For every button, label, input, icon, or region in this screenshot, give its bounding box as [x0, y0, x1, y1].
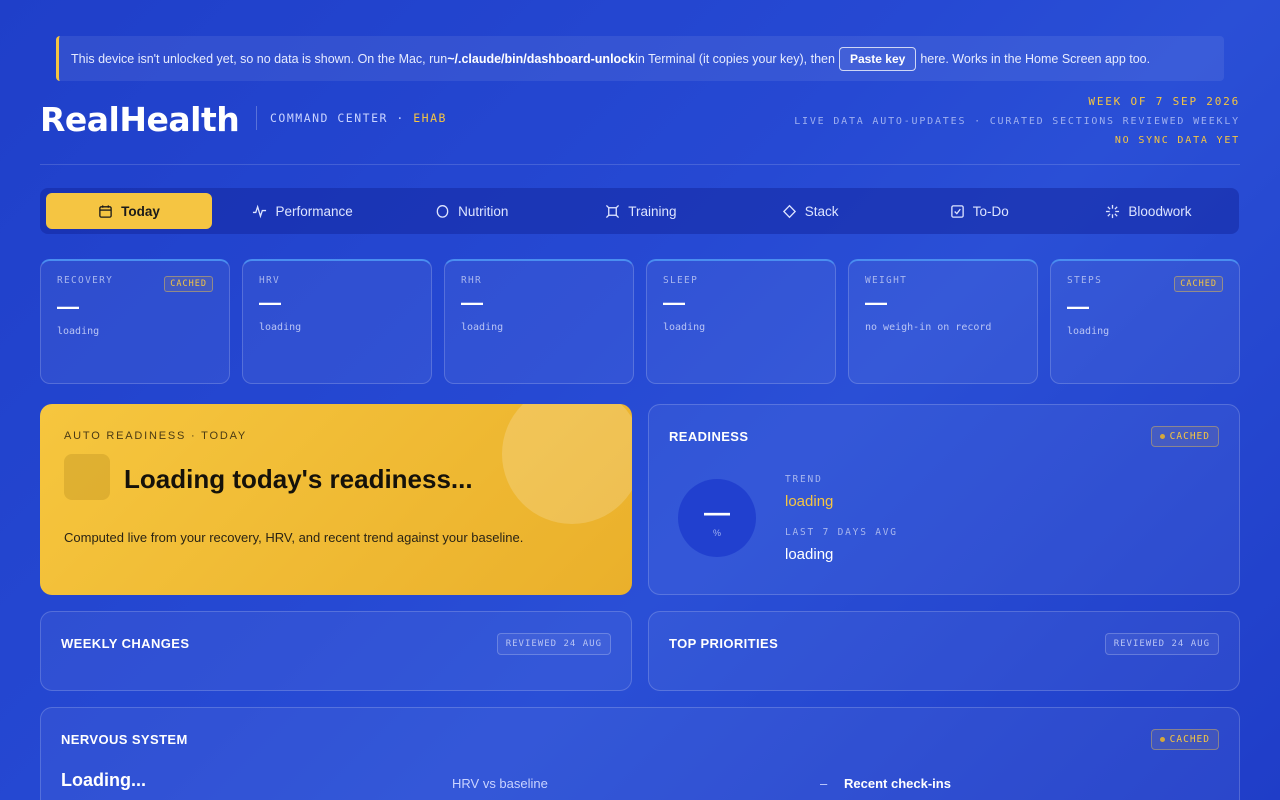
nervous-system-panel: NERVOUS SYSTEM CACHED Loading... HRV vs … [40, 707, 1240, 800]
stat-label: HRV [259, 275, 281, 286]
status-dot-icon [1159, 434, 1165, 439]
calendar-icon [99, 204, 112, 218]
stat-card-rhr[interactable]: RHR — loading [444, 259, 634, 384]
cached-badge: CACHED [1150, 729, 1219, 750]
stat-subtext: loading [1067, 326, 1110, 337]
readiness-panel: READINESS CACHED — % TREND loading LAST … [648, 404, 1240, 595]
readiness-value: — [704, 497, 730, 527]
hrv-baseline-label: HRV vs baseline [452, 776, 548, 791]
sync-status: NO SYNC DATA YET [1114, 135, 1240, 146]
tab-performance[interactable]: Performance [218, 193, 387, 229]
checkbox-icon [950, 204, 964, 218]
cached-label: CACHED [1169, 734, 1210, 745]
stat-value: — [1067, 294, 1089, 319]
main-tabs: Today Performance Nutrition Training Sta… [40, 188, 1239, 234]
banner-text-after: here. Works in the Home Screen app too. [920, 51, 1151, 66]
nervous-system-loading: Loading... [61, 770, 146, 790]
cached-badge: CACHED [1174, 276, 1223, 292]
auto-readiness-title: Loading today's readiness... [124, 464, 473, 494]
top-priorities-panel: TOP PRIORITIES REVIEWED 24 AUG [648, 611, 1240, 691]
stat-subtext: loading [663, 322, 706, 333]
user-name: EHAB [413, 111, 447, 125]
panel-title: WEEKLY CHANGES [61, 636, 190, 651]
stat-value: — [461, 290, 483, 315]
reviewed-badge: REVIEWED 24 AUG [496, 633, 611, 655]
panel-title: NERVOUS SYSTEM [61, 732, 188, 747]
decorative-circle [502, 404, 632, 524]
stat-value: — [57, 294, 79, 319]
tab-nutrition[interactable]: Nutrition [387, 193, 556, 229]
stat-card-weight[interactable]: WEIGHT — no weigh-in on record [848, 259, 1038, 384]
stat-card-steps[interactable]: STEPS CACHED — loading [1050, 259, 1240, 384]
cached-badge: CACHED [1150, 426, 1219, 447]
tab-label: Stack [804, 203, 839, 219]
panel-title: READINESS [669, 429, 749, 444]
section-name: COMMAND CENTER [270, 111, 388, 125]
header-meta: WEEK OF 7 SEP 2026 LIVE DATA AUTO-UPDATE… [794, 95, 1240, 146]
auto-readiness-description: Computed live from your recovery, HRV, a… [64, 530, 524, 545]
trend-label: TREND [785, 474, 823, 485]
checkins-dash: – [820, 776, 828, 791]
stat-card-recovery[interactable]: RECOVERY CACHED — loading [40, 259, 230, 384]
cached-badge: CACHED [164, 276, 213, 292]
logo-divider [256, 106, 257, 130]
tab-label: Bloodwork [1128, 203, 1192, 219]
diamond-icon [782, 204, 796, 218]
reviewed-badge: REVIEWED 24 AUG [1104, 633, 1219, 655]
tab-training[interactable]: Training [556, 193, 725, 229]
panel-title: TOP PRIORITIES [669, 636, 779, 651]
stat-value: — [865, 290, 887, 315]
stat-label: RHR [461, 275, 483, 286]
tab-label: To-Do [972, 203, 1009, 219]
avg-label: LAST 7 DAYS AVG [785, 527, 898, 538]
stat-label: SLEEP [663, 275, 699, 286]
tab-label: Training [628, 203, 677, 219]
sparkle-icon [1106, 204, 1120, 218]
trend-value: loading [785, 493, 834, 510]
week-label: WEEK OF 7 SEP 2026 [1088, 95, 1240, 108]
tab-label: Nutrition [458, 203, 509, 219]
tab-stack[interactable]: Stack [726, 193, 895, 229]
unlock-banner: This device isn't unlocked yet, so no da… [56, 36, 1224, 81]
stat-subtext: loading [259, 322, 302, 333]
recent-checkins-label: Recent check-ins [844, 776, 951, 791]
status-dot-icon [1159, 737, 1165, 742]
live-data-note: LIVE DATA AUTO-UPDATES · CURATED SECTION… [794, 116, 1240, 127]
section-label: COMMAND CENTER · EHAB [270, 111, 447, 125]
auto-readiness-card: AUTO READINESS · TODAY Loading today's r… [40, 404, 632, 595]
header-divider [40, 164, 1240, 165]
banner-text-middle: in Terminal (it copies your key), then [635, 51, 835, 66]
tab-todo[interactable]: To-Do [895, 193, 1064, 229]
readiness-placeholder-icon [64, 454, 110, 500]
stat-subtext: no weigh-in on record [865, 322, 992, 333]
readiness-unit: % [712, 528, 721, 538]
auto-readiness-kicker: AUTO READINESS · TODAY [64, 430, 248, 442]
tab-today[interactable]: Today [46, 193, 212, 229]
section-separator: · [396, 111, 405, 125]
tab-bloodwork[interactable]: Bloodwork [1064, 193, 1233, 229]
tab-label: Performance [275, 203, 353, 219]
stat-label: WEIGHT [865, 275, 908, 286]
stat-subtext: loading [57, 326, 100, 337]
activity-icon [253, 204, 267, 218]
stat-card-sleep[interactable]: SLEEP — loading [646, 259, 836, 384]
frame-icon [606, 204, 620, 218]
shield-icon [436, 204, 449, 218]
stat-card-hrv[interactable]: HRV — loading [242, 259, 432, 384]
banner-command: ~/.claude/bin/dashboard-unlock [447, 51, 636, 66]
tab-label: Today [121, 203, 160, 219]
weekly-changes-panel: WEEKLY CHANGES REVIEWED 24 AUG [40, 611, 632, 691]
paste-key-button[interactable]: Paste key [838, 46, 917, 71]
stat-value: — [259, 290, 281, 315]
banner-text-before: This device isn't unlocked yet, so no da… [71, 51, 448, 66]
avg-value: loading [785, 546, 834, 563]
readiness-ring: — % [678, 479, 756, 557]
cached-label: CACHED [1169, 431, 1210, 442]
app-logo: RealHealth [40, 100, 240, 139]
stat-subtext: loading [461, 322, 504, 333]
stat-value: — [663, 290, 685, 315]
